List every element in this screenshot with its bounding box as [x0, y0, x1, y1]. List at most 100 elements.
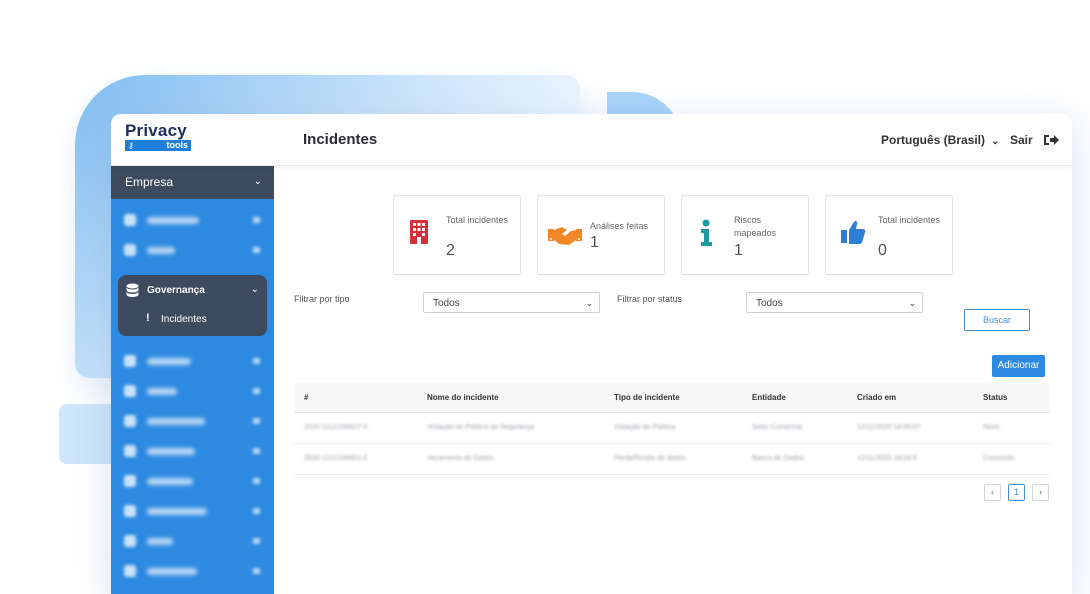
sidebar-item[interactable]: [111, 496, 274, 526]
menu-icon: [124, 355, 136, 367]
table-row[interactable]: 2020-11121094D1-2 Vazamento de Dados Per…: [294, 444, 1050, 475]
stat-value: 1: [590, 234, 599, 251]
cell-name: Violação de Política de Segurança: [427, 424, 534, 431]
logo-sub: tools: [166, 140, 189, 150]
chevron-down-icon: ⌄: [908, 298, 916, 308]
col-header-created[interactable]: Criado em: [857, 393, 896, 402]
blurred-label: [147, 217, 199, 224]
chevron-icon: [253, 388, 260, 394]
logout-button[interactable]: Sair: [1010, 133, 1060, 150]
page-title: Incidentes: [303, 131, 378, 148]
menu-icon: [124, 535, 136, 547]
col-header-status[interactable]: Status: [983, 393, 1007, 402]
menu-icon: [124, 415, 136, 427]
status-filter-value: Todos: [756, 298, 783, 309]
sidebar-item[interactable]: [111, 235, 274, 265]
menu-icon: [124, 445, 136, 457]
stat-value: 2: [446, 242, 455, 259]
sidebar-item[interactable]: [111, 526, 274, 556]
sidebar-group-governance[interactable]: Governança ⌄ ! Incidentes: [118, 275, 267, 336]
sidebar: Empresa ⌄ Governança ⌄ ! Incidentes: [111, 165, 274, 594]
cell-entity: Banco de Dados: [752, 455, 804, 462]
menu-icon: [124, 475, 136, 487]
info-icon: [700, 219, 726, 249]
sidebar-item[interactable]: [111, 466, 274, 496]
chevron-icon: [253, 478, 260, 484]
chevron-down-icon: ⌄: [991, 136, 1000, 147]
chevron-down-icon: ⌄: [585, 298, 593, 308]
type-filter-label: Filtrar por tipo: [294, 294, 350, 304]
main-content: Total incidentes 2 Análises feitas 1 Ris…: [274, 165, 1072, 594]
database-icon: [126, 283, 139, 303]
key-icon: ⚷: [128, 141, 134, 150]
stat-card-total-incidents-closed: Total incidentes 0: [825, 195, 953, 275]
logo-word: Privacy: [125, 121, 187, 140]
sidebar-item-incidents[interactable]: Incidentes: [161, 314, 207, 325]
handshake-icon: [548, 219, 584, 249]
sign-out-icon: [1043, 133, 1060, 150]
cell-type: Perda/Roubo de dados: [614, 455, 686, 462]
sidebar-item[interactable]: [111, 556, 274, 586]
chevron-icon: [253, 358, 260, 364]
stat-label: Riscos mapeados: [734, 215, 777, 238]
search-button[interactable]: Buscar: [964, 309, 1030, 331]
cell-id: 2020-11121094D1-2: [304, 455, 368, 462]
menu-icon: [124, 505, 136, 517]
blurred-label: [147, 448, 195, 455]
stat-label: Total incidentes: [446, 215, 509, 225]
company-label: Empresa: [125, 175, 174, 189]
sidebar-item[interactable]: [111, 205, 274, 235]
thumbs-up-icon: [840, 219, 866, 249]
sidebar-item[interactable]: [111, 406, 274, 436]
logo-bar: ⚷ tools: [125, 140, 191, 151]
chevron-icon: [253, 247, 260, 253]
governance-label: Governança: [147, 285, 205, 296]
chevron-down-icon: ⌄: [253, 176, 262, 187]
type-filter-value: Todos: [433, 298, 460, 309]
cell-type: Violação de Política: [614, 424, 676, 431]
col-header-type[interactable]: Tipo de incidente: [614, 393, 680, 402]
stat-card-risks: Riscos mapeados 1: [681, 195, 809, 275]
logo[interactable]: Privacy ⚷ tools: [125, 121, 193, 151]
col-header-id[interactable]: #: [304, 393, 308, 402]
sidebar-item[interactable]: [111, 436, 274, 466]
cell-name: Vazamento de Dados: [427, 455, 494, 462]
add-incident-button[interactable]: Adicionar: [992, 355, 1045, 377]
logout-label: Sair: [1010, 133, 1033, 147]
next-page-button[interactable]: ›: [1032, 484, 1049, 501]
top-bar: Privacy ⚷ tools Incidentes Português (Br…: [111, 114, 1072, 166]
prev-page-button[interactable]: ‹: [984, 484, 1001, 501]
status-filter-select[interactable]: Todos ⌄: [746, 292, 923, 313]
cell-created: 12/11/2020 18:00:07: [857, 424, 921, 431]
chevron-icon: [253, 568, 260, 574]
chevron-icon: [253, 538, 260, 544]
chevron-icon: [253, 508, 260, 514]
sidebar-item[interactable]: [111, 376, 274, 406]
language-selector[interactable]: Português (Brasil) ⌄: [881, 133, 999, 147]
blurred-label: [147, 538, 173, 545]
sidebar-item[interactable]: [111, 346, 274, 376]
blurred-label: [147, 388, 177, 395]
blurred-label: [147, 478, 193, 485]
cell-status: Concluído: [983, 455, 1015, 462]
cell-entity: Setor Comercial: [752, 424, 803, 431]
blurred-label: [147, 247, 175, 254]
cell-created: 12/11/2020 18:04:5: [857, 455, 917, 462]
table-header: # Nome do incidente Tipo de incidente En…: [294, 383, 1050, 413]
chevron-icon: [253, 448, 260, 454]
cell-status: Novo: [983, 424, 1000, 431]
type-filter-select[interactable]: Todos ⌄: [423, 292, 600, 313]
col-header-entity[interactable]: Entidade: [752, 393, 786, 402]
col-header-name[interactable]: Nome do incidente: [427, 393, 499, 402]
language-label: Português (Brasil): [881, 133, 986, 147]
table-row[interactable]: 2020-11121094D7-3 Violação de Política d…: [294, 413, 1050, 444]
blurred-label: [147, 568, 197, 575]
page-1-button[interactable]: 1: [1008, 484, 1025, 501]
incidents-table: # Nome do incidente Tipo de incidente En…: [294, 383, 1050, 475]
stat-card-total-incidents: Total incidentes 2: [393, 195, 521, 275]
chevron-down-icon: ⌄: [250, 284, 259, 295]
stat-label: Total incidentes: [878, 215, 941, 225]
menu-icon: [124, 565, 136, 577]
menu-icon: [124, 244, 136, 256]
company-selector[interactable]: Empresa ⌄: [111, 165, 274, 199]
